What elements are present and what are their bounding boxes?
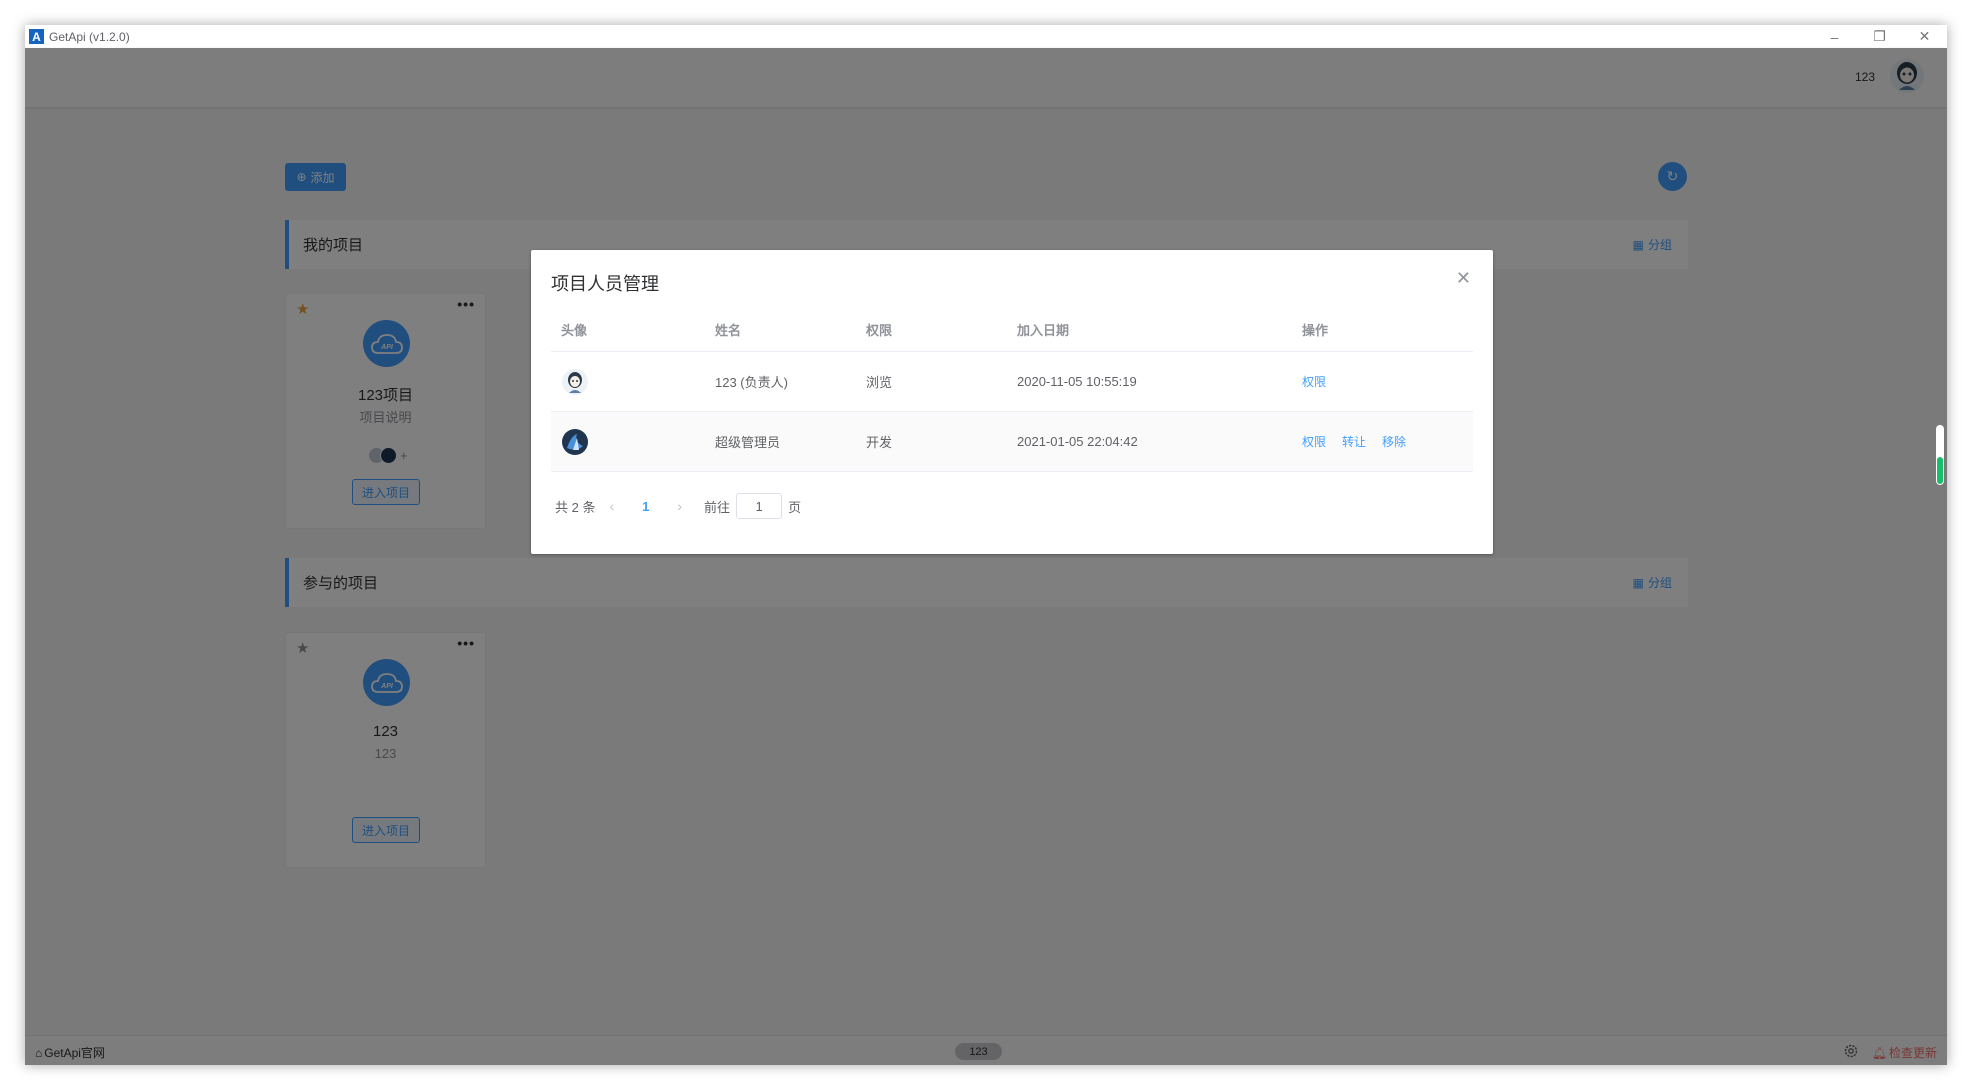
close-window-button[interactable]: ✕ <box>1902 25 1947 48</box>
members-table: 头像 姓名 权限 加入日期 操作 123 (负责人) 浏览 2020-11-05… <box>551 308 1473 472</box>
member-permission: 浏览 <box>866 375 893 390</box>
minimize-button[interactable]: – <box>1812 25 1857 48</box>
window-controls: – ❐ ✕ <box>1812 25 1947 48</box>
member-management-dialog: 项目人员管理 ✕ 头像 姓名 权限 加入日期 操作 123 (负责人) 浏览 2… <box>531 250 1493 554</box>
app-logo-icon: A <box>29 29 44 44</box>
member-name: 123 (负责人) <box>715 375 788 390</box>
goto-label: 前往 <box>704 499 731 515</box>
app-content: 123 ⊕ 添加 ↻ 我的项目 ▦ 分组 ★ <box>25 48 1947 1065</box>
table-header-row: 头像 姓名 权限 加入日期 操作 <box>551 308 1473 352</box>
avatar <box>562 428 588 455</box>
row-avatar-cell <box>561 412 589 471</box>
table-row: 超级管理员 开发 2021-01-05 22:04:42 权限 转让 移除 <box>551 412 1473 472</box>
permission-link[interactable]: 权限 <box>1302 433 1326 450</box>
member-joined-date: 2021-01-05 22:04:42 <box>1017 434 1138 449</box>
column-header-actions: 操作 <box>1302 323 1329 338</box>
avatar <box>562 368 588 395</box>
restore-button[interactable]: ❐ <box>1857 25 1902 48</box>
column-header-joined: 加入日期 <box>1017 323 1070 338</box>
row-actions: 权限 <box>1302 352 1342 411</box>
transfer-link[interactable]: 转让 <box>1342 433 1366 450</box>
column-header-avatar: 头像 <box>561 323 588 338</box>
member-name: 超级管理员 <box>715 435 781 450</box>
side-level-fill <box>1937 456 1943 484</box>
page-number[interactable]: 1 <box>642 499 649 514</box>
column-header-name: 姓名 <box>715 323 742 338</box>
close-icon[interactable]: ✕ <box>1456 268 1471 289</box>
goto-page-input[interactable] <box>736 493 783 519</box>
member-joined-date: 2020-11-05 10:55:19 <box>1017 374 1137 389</box>
row-avatar-cell <box>561 352 589 411</box>
app-window: A GetApi (v1.2.0) – ❐ ✕ 123 ⊕ 添加 ↻ <box>25 25 1947 1065</box>
remove-link[interactable]: 移除 <box>1382 433 1406 450</box>
chevron-right-icon[interactable]: › <box>677 498 682 514</box>
table-row: 123 (负责人) 浏览 2020-11-05 10:55:19 权限 <box>551 352 1473 412</box>
pagination: 共 2 条 ‹ 1 › 前往 页 <box>555 492 801 520</box>
chevron-left-icon[interactable]: ‹ <box>609 498 614 514</box>
side-level-indicator <box>1936 425 1944 485</box>
window-titlebar: A GetApi (v1.2.0) – ❐ ✕ <box>25 25 1947 48</box>
pagination-total: 共 2 条 <box>555 499 596 515</box>
window-title: GetApi (v1.2.0) <box>49 29 130 44</box>
page-suffix-label: 页 <box>788 499 802 515</box>
row-actions: 权限 转让 移除 <box>1302 412 1422 471</box>
column-header-permission: 权限 <box>866 323 893 338</box>
member-permission: 开发 <box>866 435 893 450</box>
modal-overlay[interactable] <box>25 48 1947 1065</box>
dialog-title: 项目人员管理 <box>551 274 659 294</box>
permission-link[interactable]: 权限 <box>1302 373 1326 390</box>
